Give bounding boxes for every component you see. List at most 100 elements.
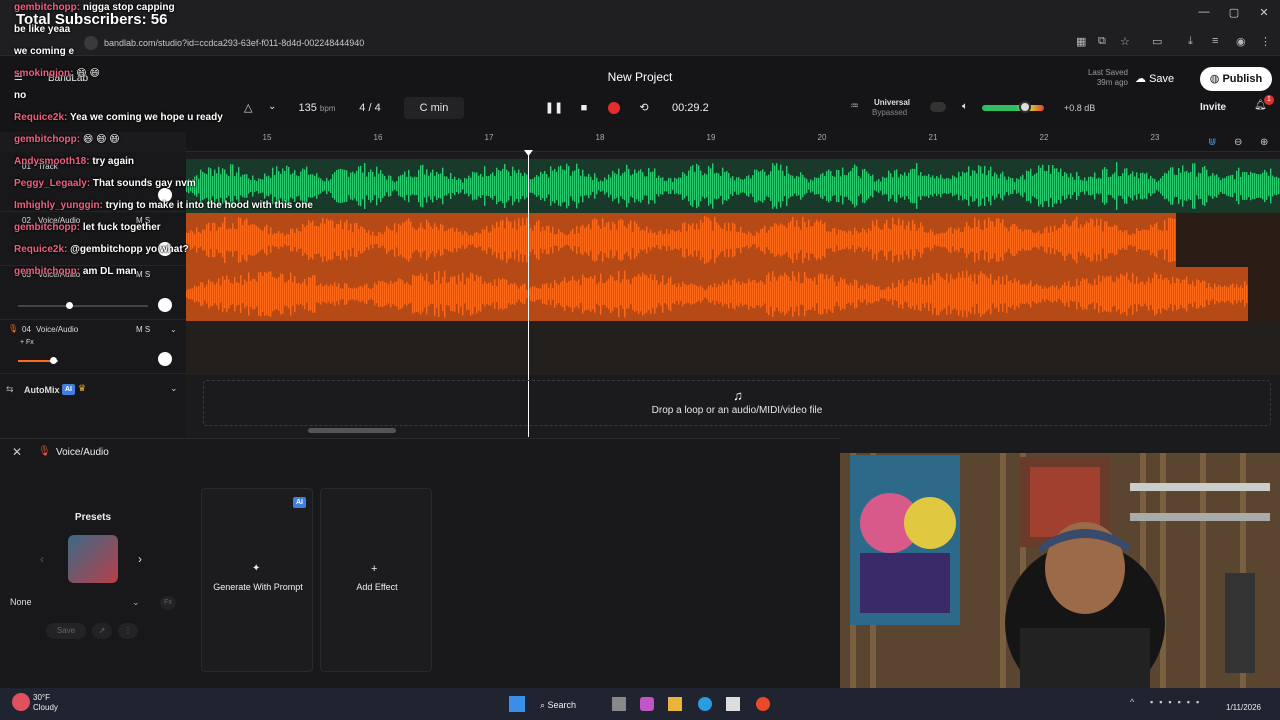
chat-text: 😄 😄 😄 <box>82 134 120 145</box>
maximize-icon[interactable]: ▢ <box>1220 6 1248 24</box>
sparkle-icon: ✦ <box>252 563 261 574</box>
playhead-handle[interactable] <box>524 150 533 156</box>
taskbar-clock[interactable]: 1/11/2026 <box>1226 703 1261 712</box>
mic-icon: 🎙︎ <box>38 446 51 457</box>
more-icon[interactable]: ⋮ <box>118 623 138 639</box>
loop-icon[interactable]: ⟲ <box>634 98 654 118</box>
timeline-ruler[interactable] <box>186 130 1280 152</box>
edge-icon[interactable] <box>698 697 712 711</box>
close-icon[interactable]: ✕ <box>12 445 22 459</box>
chat-text: let fuck together <box>82 222 161 233</box>
project-title[interactable]: New Project <box>560 70 720 84</box>
file-explorer-icon[interactable] <box>668 697 682 711</box>
waveform-region[interactable] <box>186 267 1280 321</box>
waveform-region[interactable] <box>186 213 1280 267</box>
chat-message: Peggy_Legaaly: That sounds gay nvm <box>14 178 196 189</box>
tray-overflow-icon[interactable]: ^ <box>1130 697 1134 707</box>
save-button[interactable]: ☁ Save <box>1135 68 1195 90</box>
chevron-down-icon[interactable]: ⌄ <box>268 101 276 112</box>
copilot-icon[interactable] <box>640 697 654 711</box>
taskbar-search[interactable]: ⌕ Search <box>540 696 600 714</box>
record-button[interactable] <box>608 102 620 114</box>
taskbar-search-label: Search <box>547 700 577 710</box>
chevron-right-icon[interactable]: › <box>138 552 142 566</box>
track-lane-2[interactable] <box>186 213 1280 267</box>
system-tray-icons[interactable]: ▪▪▪▪▪▪ <box>1150 697 1205 707</box>
mute-button[interactable]: M S <box>136 325 150 334</box>
automix-row[interactable]: ⇆ AutoMix AI ♛ ⌄ <box>0 380 186 400</box>
drop-zone[interactable] <box>203 380 1271 426</box>
volume-slider-handle[interactable] <box>66 302 73 309</box>
track-lane-3[interactable] <box>186 267 1280 321</box>
close-window-icon[interactable]: ✕ <box>1250 6 1278 24</box>
ruler-tick: 18 <box>595 133 605 142</box>
chat-message: gembitchopp: nigga stop capping <box>14 2 175 13</box>
track-header-4[interactable]: 🎙︎ 04 Voice/Audio M S ⌄ + Fx <box>0 320 186 374</box>
volume-slider[interactable] <box>18 305 148 307</box>
minimize-icon[interactable]: — <box>1190 6 1218 24</box>
menu-icon[interactable]: ⋮ <box>1260 35 1271 48</box>
master-volume-meter[interactable] <box>982 105 1044 111</box>
ai-badge: AI <box>62 384 75 395</box>
bypass-switch[interactable] <box>930 102 946 112</box>
volume-slider-handle[interactable] <box>50 357 57 364</box>
stop-icon[interactable]: ■ <box>574 98 594 118</box>
pan-knob[interactable] <box>158 298 172 312</box>
address-bar[interactable]: bandlab.com/studio?id=ccdca293-63ef-f011… <box>104 33 1104 53</box>
fx-toggle[interactable]: Fx <box>160 596 176 610</box>
speaker-icon[interactable]: 🔈︎ <box>962 101 968 112</box>
add-effect-card[interactable]: + Add Effect <box>320 488 432 672</box>
publish-button[interactable]: ◍ Publish <box>1200 67 1272 91</box>
chevron-down-icon[interactable]: ⌄ <box>170 383 178 394</box>
bpm-value: 135 <box>298 102 317 114</box>
generate-with-prompt-card[interactable]: ✦ Generate With Prompt <box>201 488 313 672</box>
waveform-region[interactable] <box>186 159 1280 213</box>
chevron-down-icon[interactable]: ⌄ <box>170 325 177 334</box>
weather-condition: Cloudy <box>33 703 58 712</box>
extensions-icon[interactable]: ▦ <box>1076 35 1086 48</box>
invite-button[interactable]: Invite <box>1200 98 1240 118</box>
chat-message: gembitchopp: let fuck together <box>14 222 161 233</box>
weather-icon[interactable] <box>12 693 30 711</box>
metronome-icon[interactable]: △ <box>244 101 252 114</box>
reading-list-icon[interactable]: ≡ <box>1212 35 1218 47</box>
share-icon[interactable]: ↗ <box>92 623 112 639</box>
ruler-tick: 16 <box>373 133 383 142</box>
store-icon[interactable] <box>726 697 740 711</box>
chevron-down-icon: ⌄ <box>132 597 140 607</box>
track-lane-4[interactable] <box>186 321 1280 375</box>
windows-start-icon[interactable] <box>509 696 525 712</box>
chrome-icon[interactable] <box>756 697 770 711</box>
fx-button[interactable]: + Fx <box>20 339 34 346</box>
drop-zone-text: Drop a loop or an audio/MIDI/video file <box>651 405 823 416</box>
time-signature[interactable]: 4 / 4 <box>350 97 390 119</box>
chat-text: nigga stop capping <box>82 2 175 13</box>
chat-text: That sounds gay nvm <box>92 178 196 189</box>
mastering-toggle[interactable]: ♒ Universal Bypassed <box>850 96 950 120</box>
chevron-left-icon[interactable]: ‹ <box>40 552 44 566</box>
pause-icon[interactable]: ❚❚ <box>544 98 564 118</box>
preset-thumbnail[interactable] <box>68 535 118 583</box>
install-icon[interactable]: ⧉ <box>1098 35 1106 48</box>
tab-search-icon[interactable]: ▭ <box>1152 35 1162 48</box>
music-note-icon: ♫ <box>733 388 743 403</box>
download-icon[interactable]: ⤓ <box>1188 35 1193 48</box>
chat-message: smokingjon: 😄 😄 <box>14 68 100 79</box>
profile-icon[interactable]: ◉ <box>1236 35 1246 48</box>
bookmark-icon[interactable]: ☆ <box>1120 35 1130 48</box>
key-selector[interactable]: C min <box>404 97 464 119</box>
pan-knob[interactable] <box>158 352 172 366</box>
preset-select[interactable]: None ⌄ <box>10 594 150 610</box>
master-volume-knob[interactable] <box>1019 101 1031 113</box>
chat-username: Imhighly_yunggin: <box>14 200 106 211</box>
save-preset-button[interactable]: Save <box>46 623 86 639</box>
task-view-icon[interactable] <box>612 697 626 711</box>
weather-widget[interactable]: 30°F Cloudy <box>33 693 58 713</box>
zoom-out-icon[interactable]: ⊖ <box>1234 137 1242 148</box>
zoom-in-icon[interactable]: ⊕ <box>1260 137 1268 148</box>
track-lane-1[interactable] <box>186 159 1280 213</box>
magnet-icon[interactable]: ⋓ <box>1208 137 1216 148</box>
track-number: 04 <box>22 325 31 334</box>
horizontal-scrollbar[interactable] <box>308 428 396 433</box>
bpm-field[interactable]: 135 bpm <box>288 97 346 119</box>
